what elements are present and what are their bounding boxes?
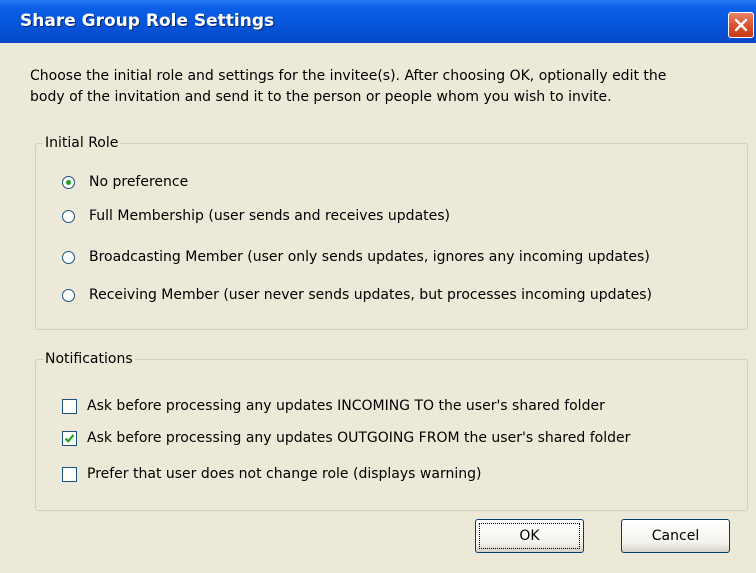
close-icon	[734, 18, 748, 32]
initial-role-legend: Initial Role	[45, 135, 119, 151]
title-bar[interactable]: Share Group Role Settings	[0, 0, 756, 43]
notification-option-outgoing[interactable]: Ask before processing any updates OUTGOI…	[62, 430, 630, 446]
notification-option-label: Prefer that user does not change role (d…	[87, 466, 482, 482]
notification-option-label: Ask before processing any updates OUTGOI…	[87, 430, 631, 446]
window-title: Share Group Role Settings	[20, 11, 275, 31]
checkmark-icon	[64, 433, 75, 443]
ok-button[interactable]: OK	[475, 519, 584, 553]
role-option-full-membership[interactable]: Full Membership (user sends and receives…	[62, 208, 450, 224]
intro-text-line-1: Choose the initial role and settings for…	[30, 68, 667, 84]
role-option-label: Broadcasting Member (user only sends upd…	[89, 249, 650, 265]
focus-rectangle	[479, 523, 580, 549]
radio-button[interactable]	[62, 175, 75, 189]
close-button[interactable]	[728, 12, 754, 38]
cancel-button-label: Cancel	[651, 528, 700, 544]
role-option-receiving-member[interactable]: Receiving Member (user never sends updat…	[62, 287, 652, 303]
notification-option-label: Ask before processing any updates INCOMI…	[87, 398, 605, 414]
intro-text-line-2: body of the invitation and send it to th…	[30, 89, 612, 105]
role-option-label: Receiving Member (user never sends updat…	[89, 287, 653, 303]
radio-button[interactable]	[62, 209, 75, 223]
intro-text: Choose the initial role and settings for…	[30, 66, 745, 108]
notification-option-prefer-no-role-change[interactable]: Prefer that user does not change role (d…	[62, 466, 481, 482]
role-option-broadcasting-member[interactable]: Broadcasting Member (user only sends upd…	[62, 249, 650, 265]
role-option-no-preference[interactable]: No preference	[62, 174, 188, 190]
notifications-legend: Notifications	[45, 351, 133, 367]
role-option-label: Full Membership (user sends and receives…	[89, 208, 451, 224]
checkbox[interactable]	[62, 430, 77, 446]
radio-button[interactable]	[62, 250, 75, 264]
checkbox[interactable]	[62, 398, 77, 414]
role-option-label: No preference	[89, 174, 189, 190]
checkbox[interactable]	[62, 466, 77, 482]
radio-button[interactable]	[62, 288, 75, 302]
notification-option-incoming[interactable]: Ask before processing any updates INCOMI…	[62, 398, 605, 414]
cancel-button[interactable]: Cancel	[621, 519, 730, 553]
